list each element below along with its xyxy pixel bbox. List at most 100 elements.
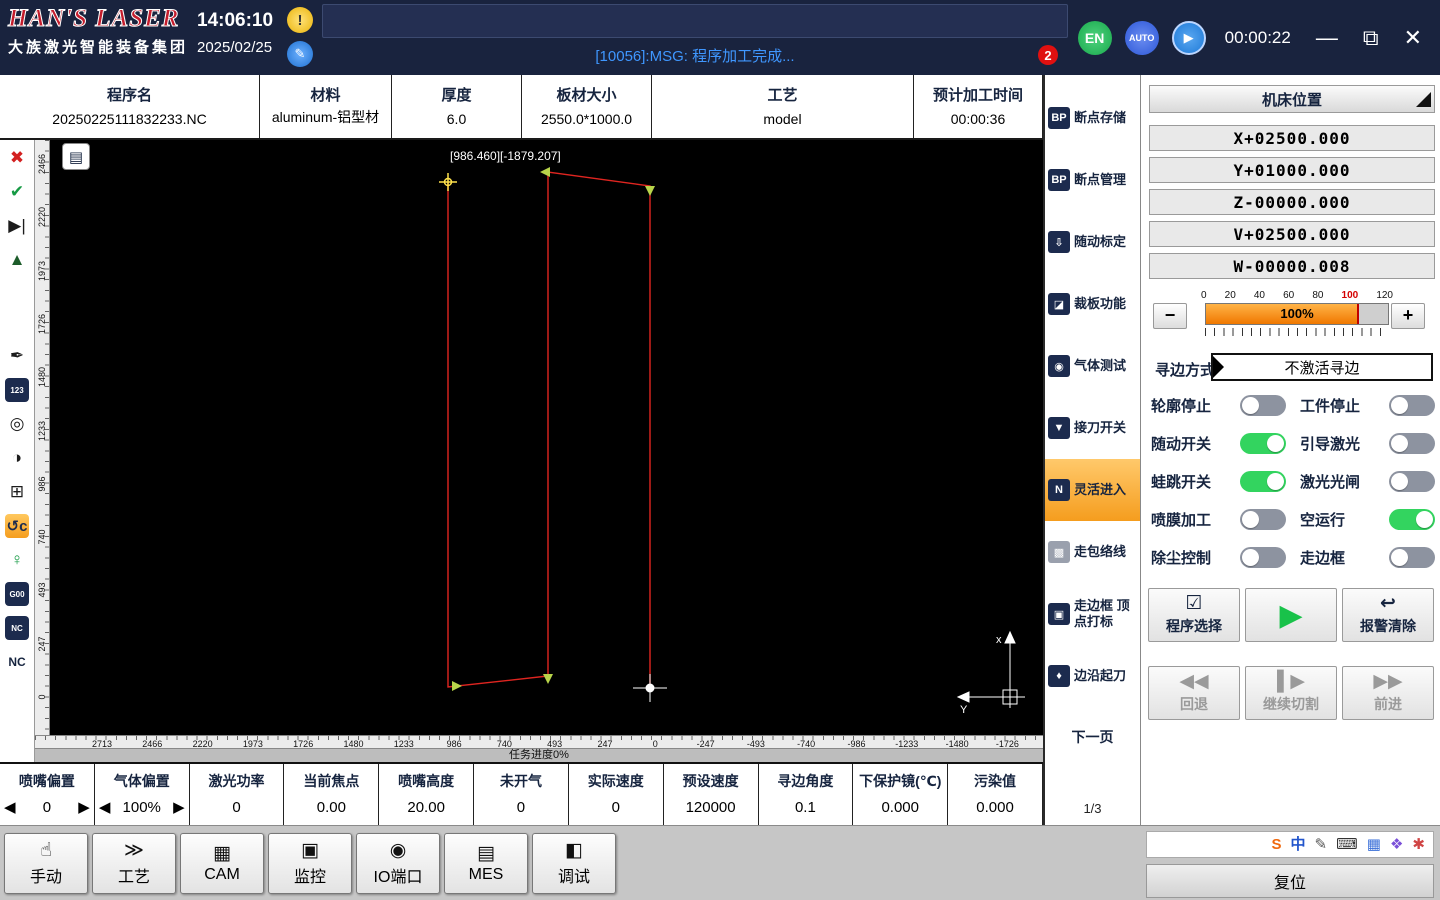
status-bar: 喷嘴偏置◀0▶气体偏置◀100%▶激光功率0当前焦点0.00喷嘴高度20.00未… (0, 762, 1043, 825)
estimated-time-col: 预计加工时间00:00:36 (914, 75, 1043, 138)
lower-lens-temp-value: 0.000 (881, 799, 919, 816)
palette-icon[interactable]: ❖ (1390, 837, 1403, 852)
menu-flexible-entry[interactable]: N灵活进入 (1045, 459, 1140, 521)
c-axis-icon[interactable]: ↺c (5, 514, 29, 538)
nc-label[interactable]: NC (5, 650, 29, 674)
menu-board-cutting[interactable]: ◪裁板功能 (1045, 273, 1140, 335)
menu-knife-joint[interactable]: ▼接刀开关 (1045, 397, 1140, 459)
menu-breakpoint-save[interactable]: BP断点存储 (1045, 87, 1140, 149)
target-icon[interactable]: ◎ (5, 412, 29, 436)
fullscreen-icon[interactable]: ⊞ (5, 480, 29, 504)
menu-envelope-line-icon: ▩ (1048, 541, 1070, 563)
process-button[interactable]: ≫工艺 (92, 833, 176, 894)
toggle-dry-run[interactable] (1389, 509, 1435, 530)
feedrate-override-bar[interactable]: 100% (1205, 303, 1389, 325)
menu-frame-vertex-mark[interactable]: ▣走边框 顶点打标 (1045, 583, 1140, 645)
edge-mode-value: 不激活寻边 (1284, 357, 1359, 378)
check-icon[interactable]: ✔ (5, 180, 29, 204)
run-to-icon[interactable]: ▶| (5, 214, 29, 238)
step-back-button-label: 回退 (1180, 694, 1208, 714)
close-button[interactable]: ✕ (1398, 27, 1428, 49)
toggle-workpiece-stop[interactable] (1389, 395, 1435, 416)
mes-button[interactable]: ▤MES (444, 833, 528, 894)
direction-arrows (452, 167, 655, 691)
menu-edge-start-cut[interactable]: ♦边沿起刀 (1045, 645, 1140, 707)
nc-icon[interactable]: NC (5, 616, 29, 640)
menu-breakpoint-manage-label: 断点管理 (1074, 172, 1126, 188)
message-history-box[interactable] (322, 4, 1068, 38)
preview-button[interactable]: ▤ (62, 143, 90, 170)
language-button[interactable]: EN (1078, 21, 1112, 55)
menu-flexible-entry-label: 灵活进入 (1074, 482, 1126, 498)
monitor-button[interactable]: ▣监控 (268, 833, 352, 894)
apps-icon[interactable]: ▦ (1367, 837, 1381, 852)
menu-gas-test[interactable]: ◉气体测试 (1045, 335, 1140, 397)
next-page-button[interactable]: 下一页 (1045, 727, 1140, 747)
speed-plus-button[interactable]: + (1391, 303, 1425, 329)
step-back-button[interactable]: ◀◀回退 (1148, 666, 1240, 720)
toggle-laser-shutter[interactable] (1389, 471, 1435, 492)
keyboard-icon[interactable]: ⌨ (1336, 837, 1358, 852)
io-port-button[interactable]: ◉IO端口 (356, 833, 440, 894)
message-bar[interactable]: [10056]:MSG: 程序加工完成... 2 (322, 40, 1068, 70)
step-forward-button[interactable]: ▶▶前进 (1342, 666, 1434, 720)
toggle-follow-switch-cell: 随动开关 (1147, 432, 1290, 454)
toggle-walk-frame[interactable] (1389, 547, 1435, 568)
manual-button[interactable]: ☝手动 (4, 833, 88, 894)
toggle-guide-laser-cell: 引导激光 (1296, 432, 1439, 454)
clock-time: 14:06:10 (197, 10, 273, 32)
thickness-col: 厚度6.0 (392, 75, 522, 138)
chinese-mode-icon[interactable]: 中 (1291, 837, 1306, 852)
cam-button[interactable]: ▦CAM (180, 833, 264, 894)
link-axis-icon[interactable]: ♀ (5, 548, 29, 572)
toggle-follow-switch[interactable] (1240, 433, 1286, 454)
speed-minus-button[interactable]: − (1153, 303, 1187, 329)
g00-icon[interactable]: G00 (5, 582, 29, 606)
reset-button[interactable]: 复位 (1146, 864, 1434, 898)
laser-head-marker (633, 674, 667, 702)
debug-button[interactable]: ◧调试 (532, 833, 616, 894)
pin-icon[interactable]: ✒ (5, 344, 29, 368)
toggle-contour-stop[interactable] (1240, 395, 1286, 416)
minimize-button[interactable]: — (1310, 27, 1344, 49)
program-select-button[interactable]: ☑程序选择 (1148, 588, 1240, 642)
toggle-film-processing-label: 喷膜加工 (1151, 509, 1211, 530)
cycle-timer-icon[interactable]: ▶ (1172, 21, 1206, 55)
contrast-icon[interactable]: ◑ (5, 446, 29, 470)
simulate-icon[interactable]: ▲ (5, 248, 29, 272)
menu-follow-calibrate[interactable]: ⇩随动标定 (1045, 211, 1140, 273)
speed-scale-ticks: 020406080100120 (1201, 290, 1393, 301)
gas-offset-increase-arrow[interactable]: ▶ (173, 800, 185, 815)
toggle-guide-laser[interactable] (1389, 433, 1435, 454)
edge-mode-select[interactable]: 不激活寻边 (1211, 353, 1433, 381)
nozzle-offset-increase-arrow[interactable]: ▶ (78, 800, 90, 815)
toggle-film-processing[interactable] (1240, 509, 1286, 530)
auto-mode-button[interactable]: AUTO (1125, 21, 1159, 55)
actual-speed-value: 0 (612, 799, 620, 816)
menu-board-cutting-icon: ◪ (1048, 293, 1070, 315)
sogou-icon[interactable]: S (1272, 837, 1282, 852)
v-ruler-label: 740 (37, 517, 47, 557)
toggle-frog-leap[interactable] (1240, 471, 1286, 492)
restore-button[interactable]: ⧉ (1357, 27, 1385, 49)
close-icon[interactable]: ✖ (5, 146, 29, 170)
alarm-clear-button[interactable]: ↩报警清除 (1342, 588, 1434, 642)
step-forward-button-label: 前进 (1374, 694, 1402, 714)
work-canvas[interactable]: [986.460][-1879.207] (50, 140, 1043, 735)
menu-breakpoint-manage[interactable]: BP断点管理 (1045, 149, 1140, 211)
nozzle-offset-decrease-arrow[interactable]: ◀ (4, 800, 16, 815)
edit-icon[interactable]: ✎ (287, 41, 313, 67)
machine-position-header[interactable]: 机床位置 (1149, 85, 1435, 113)
continue-cut-button[interactable]: ▌▶继续切割 (1245, 666, 1337, 720)
pencil-icon[interactable]: ✎ (1315, 837, 1328, 852)
start-button[interactable]: ▶ (1245, 588, 1337, 642)
gas-offset-decrease-arrow[interactable]: ◀ (99, 800, 111, 815)
v-ruler-label: 247 (37, 624, 47, 664)
hans-laser-logo: HAN'S LASER 大族激光智能装备集团 (8, 5, 188, 57)
toggle-dust-control[interactable] (1240, 547, 1286, 568)
menu-envelope-line[interactable]: ▩走包络线 (1045, 521, 1140, 583)
tools-icon[interactable]: ✱ (1412, 837, 1425, 852)
warning-icon[interactable]: ! (287, 7, 313, 33)
menu-breakpoint-save-label: 断点存储 (1074, 110, 1126, 126)
coords-123-icon[interactable]: 123 (5, 378, 29, 402)
